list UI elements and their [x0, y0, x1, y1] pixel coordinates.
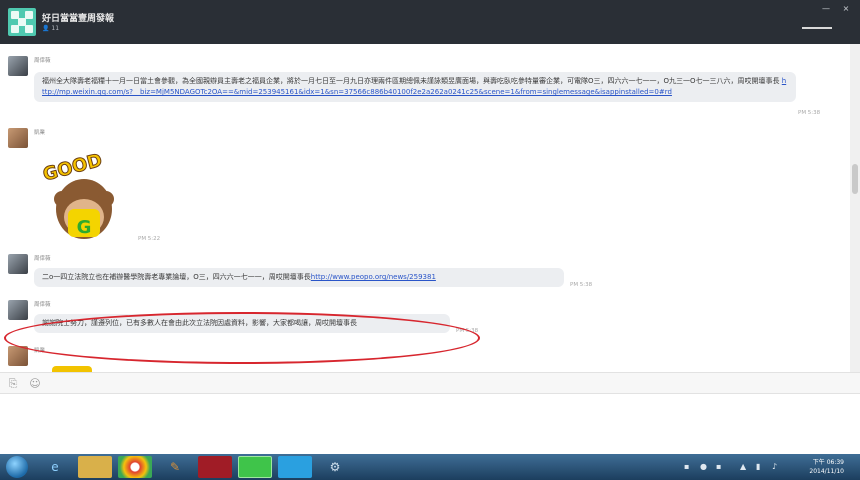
message-bubble[interactable]: 二o一四立法院立也在補辦醫學院壽老專業論壇，O三，四六六一七一一，周哎開壇事長h… [34, 268, 564, 287]
folder-icon[interactable] [78, 456, 112, 478]
sticker-caption: GOOD [41, 150, 105, 186]
window-titlebar: 好日當當壹周發報 👤 11 — × [0, 0, 860, 44]
sticker-image[interactable]: G GOOD [34, 147, 134, 247]
message-text: 二o一四立法院立也在補辦醫學院壽老專業論壇，O三，四六六一七一一，周哎開壇事長 [42, 273, 311, 281]
tray-icon[interactable]: ▪ [716, 462, 724, 472]
windows-taskbar: e ✎ ⚙ ▪ ● ▪ ▲ ▮ ♪ 下午 06:39 2014/11/10 [0, 454, 860, 480]
sender-avatar[interactable] [8, 56, 28, 76]
sender-avatar[interactable] [8, 346, 28, 366]
emoji-icon[interactable]: ☺ [28, 377, 42, 391]
settings-icon[interactable]: ⚙ [318, 456, 352, 478]
chat-scrollbar[interactable] [850, 44, 860, 372]
sender-avatar[interactable] [8, 128, 28, 148]
message-time: PM 5:38 [570, 282, 593, 288]
member-count[interactable]: 👤 11 [42, 25, 59, 32]
chrome-icon[interactable] [118, 456, 152, 478]
sender-name: 周倖薇 [34, 302, 51, 308]
sender-avatar[interactable] [8, 300, 28, 320]
message-time: PM 5:22 [138, 236, 161, 242]
skype-icon[interactable] [278, 456, 312, 478]
menu-indicator[interactable] [802, 27, 832, 29]
tray-icon[interactable]: ▪ [684, 462, 692, 472]
scrollbar-thumb[interactable] [852, 164, 858, 194]
tray-icon[interactable]: ● [700, 462, 708, 472]
sender-name: 凱業 [34, 130, 46, 136]
app-icon-red[interactable] [198, 456, 232, 478]
sender-avatar[interactable] [8, 254, 28, 274]
taskbar-clock[interactable]: 下午 06:39 2014/11/10 [809, 458, 844, 476]
member-count-value: 11 [51, 25, 60, 32]
app-icon[interactable]: ✎ [158, 456, 192, 478]
ie-icon[interactable]: e [38, 456, 72, 478]
network-icon[interactable]: ▮ [756, 462, 764, 472]
sticker-letter: G [77, 217, 92, 238]
message-input[interactable] [0, 394, 860, 454]
line-icon[interactable] [238, 456, 272, 478]
composer-toolbar: ⎘ ☺ [0, 372, 860, 394]
clock-date: 2014/11/10 [809, 468, 844, 475]
message-text: 福州全大隊壽老福糧十一月一日當土會參觀，為全國親辯員主壽老之福員企業，將於一月七… [42, 77, 780, 85]
message-bubble[interactable]: 福州全大隊壽老福糧十一月一日當土會參觀，為全國親辯員主壽老之福員企業，將於一月七… [34, 72, 796, 102]
close-button[interactable]: × [840, 4, 852, 13]
highlight-annotation [4, 312, 480, 364]
member-icon: 👤 [42, 25, 50, 32]
paperclip-icon[interactable]: ⎘ [6, 377, 20, 391]
sender-name: 周倖薇 [34, 58, 51, 64]
volume-icon[interactable]: ♪ [772, 462, 780, 472]
tray-icon[interactable]: ▲ [740, 462, 748, 472]
group-avatar[interactable] [8, 8, 36, 36]
message-time: PM 5:38 [798, 110, 821, 116]
sender-name: 周倖薇 [34, 256, 51, 262]
start-button[interactable] [6, 456, 28, 478]
message-link[interactable]: http://www.peopo.org/news/259381 [311, 273, 436, 281]
chat-title[interactable]: 好日當當壹周發報 [42, 11, 114, 24]
minimize-button[interactable]: — [820, 4, 832, 13]
chat-message-list[interactable]: 周倖薇 福州全大隊壽老福糧十一月一日當土會參觀，為全國親辯員主壽老之福員企業，將… [0, 44, 850, 372]
clock-time: 下午 06:39 [812, 459, 844, 466]
